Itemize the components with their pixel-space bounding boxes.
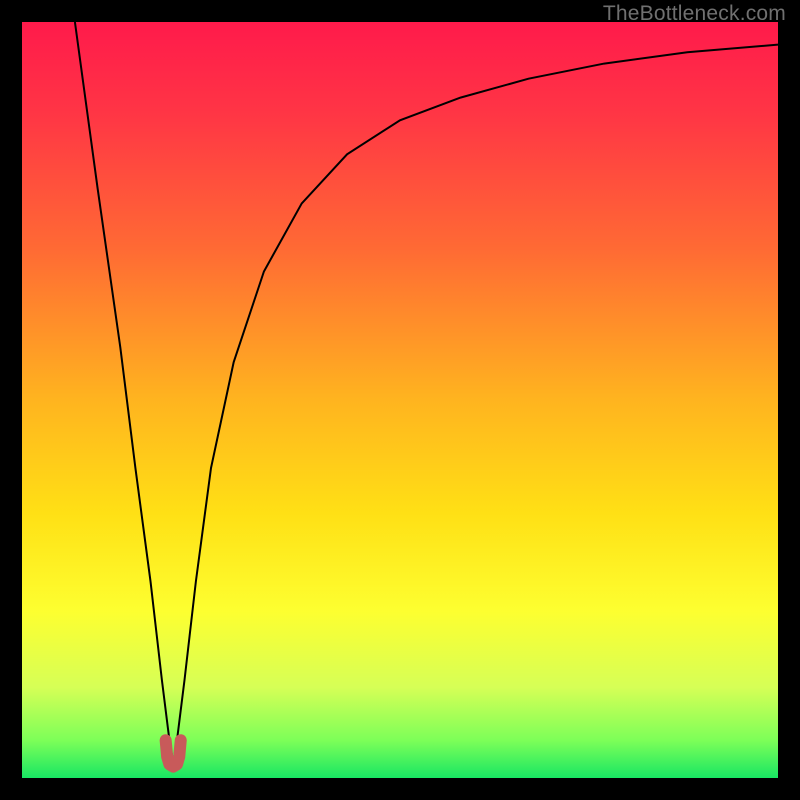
watermark-text: TheBottleneck.com (603, 2, 786, 26)
bottleneck-chart (22, 22, 778, 778)
chart-frame: TheBottleneck.com (0, 0, 800, 800)
chart-background (22, 22, 778, 778)
